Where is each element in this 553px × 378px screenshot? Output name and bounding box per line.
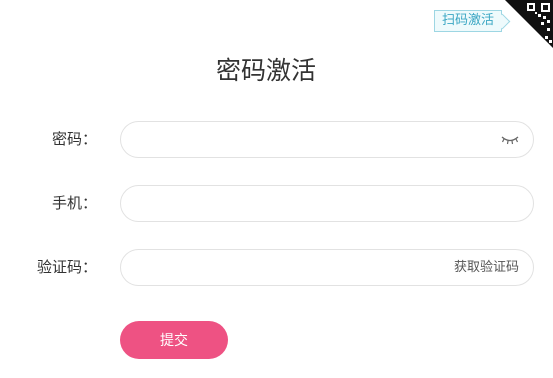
phone-label: 手机： xyxy=(51,194,97,212)
password-input[interactable] xyxy=(137,122,437,157)
page-title: 密码激活 xyxy=(215,56,316,85)
scan-activate-tip[interactable]: 扫码激活 xyxy=(434,10,511,32)
verify-code-field-wrapper: 获取验证码 xyxy=(120,249,534,286)
phone-field-wrapper xyxy=(120,185,534,222)
qr-code-icon[interactable] xyxy=(505,0,553,48)
verify-code-label: 验证码： xyxy=(36,258,97,276)
eye-closed-icon[interactable] xyxy=(501,134,519,146)
scan-activate-label: 扫码激活 xyxy=(441,13,494,28)
phone-input[interactable] xyxy=(137,186,437,221)
get-code-button[interactable]: 获取验证码 xyxy=(454,250,519,285)
verify-code-input[interactable] xyxy=(137,250,437,285)
password-label: 密码： xyxy=(51,130,97,148)
submit-button[interactable]: 提交 xyxy=(120,321,228,359)
password-field-wrapper xyxy=(120,121,534,158)
